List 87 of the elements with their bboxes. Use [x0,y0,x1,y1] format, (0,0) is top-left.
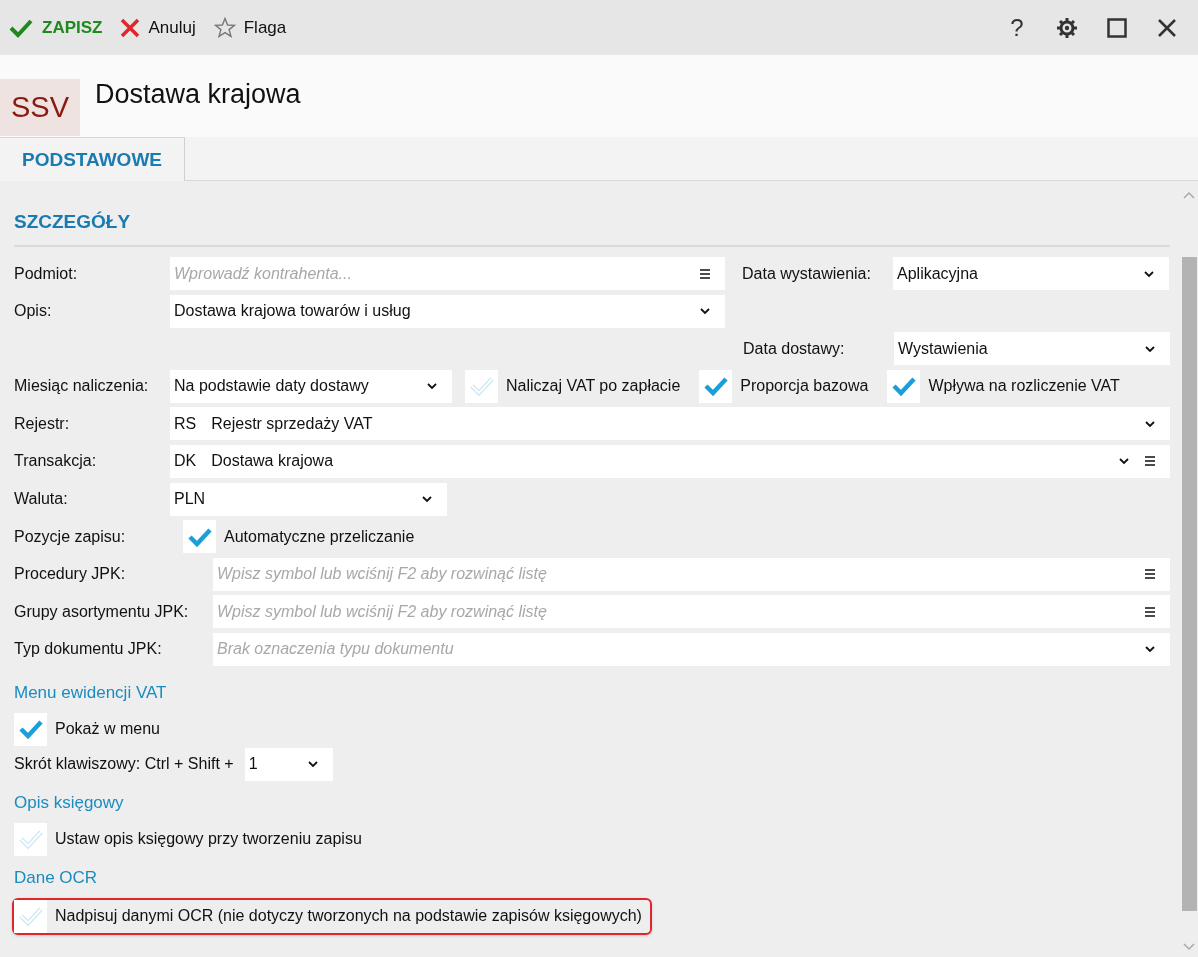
dropdown[interactable]: Aplikacyjna [893,257,1169,290]
square-icon [1107,17,1127,38]
field-value: Aplikacyjna [897,264,978,283]
checkmark-icon [891,376,916,397]
group-heading: Dane OCR [14,867,99,889]
menu-icon [699,267,711,280]
gear-icon [1056,16,1078,39]
field-label: Podmiot: [14,264,79,283]
menu-icon [1144,605,1156,618]
dropdown[interactable]: Dostawa krajowa towarów i usług [170,294,725,328]
field-label: Grupy asortymentu JPK: [14,602,190,621]
dropdown[interactable]: DK Dostawa krajowa [170,444,1170,478]
caret-icon [306,759,319,770]
check-icon [9,17,33,38]
checkbox[interactable] [887,369,921,403]
caret-icon [421,494,433,505]
checkbox[interactable] [465,369,498,403]
outline-checkmark-icon [18,906,43,927]
dropdown[interactable]: RS Rejestr sprzedaży VAT [170,407,1170,441]
checkbox[interactable] [14,712,47,746]
field-label: Data dostawy: [743,339,846,358]
placeholder-text: Brak oznaczenia typu dokumentu [217,640,454,659]
shortcut-label: Skrót klawiszowy: Ctrl + Shift + [14,755,234,774]
scrollbar-thumb[interactable] [1181,257,1197,911]
checkbox-label: Nadpisuj danymi OCR (nie dotyczy tworzonych na podstawie zapisów księgowych) [55,907,642,926]
caret-icon [1118,456,1130,467]
placeholder-text: Wpisz symbol lub wciśnij F2 aby rozwinąć listę [217,565,547,584]
checkbox-label: Automatyczne przeliczanie [224,527,415,546]
help-button[interactable]: ? [1002,10,1032,45]
group-heading: Opis księgowy [14,792,125,814]
checkbox-label: Naliczaj VAT po zapłacie [506,377,681,396]
flag-button[interactable]: Flaga [213,10,287,45]
field-value: Wystawienia [898,339,988,358]
checkbox-label: Proporcja bazowa [740,377,869,396]
cancel-button[interactable]: Anuluj [120,10,196,45]
field-value: PLN [174,490,206,509]
checkbox[interactable] [183,520,216,554]
field-value: Dostawa krajowa [211,452,334,471]
field-label: Pozycje zapisu: [14,527,127,546]
field-value: Na podstawie daty dostawy [174,377,369,396]
star-icon [213,17,236,38]
checkbox[interactable] [14,899,47,933]
checkbox-label: Pokaż w menu [55,720,160,739]
checkmark-icon [18,719,43,740]
group-heading: Menu ewidencji VAT [14,682,168,704]
field-label: Opis: [14,302,53,321]
field-label: Typ dokumentu JPK: [14,640,163,659]
checkbox[interactable] [14,822,47,856]
field-value: Dostawa krajowa towarów i usług [174,302,411,321]
menu-icon [1144,568,1156,581]
dropdown[interactable]: Na podstawie daty dostawy [170,369,452,403]
caret-icon [1144,343,1156,354]
checkmark-icon [703,376,728,397]
dropdown[interactable]: PLN [170,482,447,516]
dropdown[interactable]: 1 [244,747,333,781]
dropdown[interactable]: Wystawienia [894,332,1170,366]
code-text: DK [174,452,197,471]
caret-icon [699,306,711,317]
field-label: Data wystawienia: [742,264,872,283]
field-label: Miesiąc naliczenia: [14,377,150,396]
section-title: SZCZEGÓŁY [14,211,132,234]
field-label: Transakcja: [14,452,98,471]
field-label: Procedury JPK: [14,565,127,584]
placeholder-text: Wpisz symbol lub wciśnij F2 aby rozwinąć listę [217,602,547,621]
close-icon [120,17,141,38]
caret-icon [1143,268,1155,279]
tab[interactable]: PODSTAWOWE [0,137,185,181]
caret-icon [1144,418,1156,429]
save-button[interactable]: ZAPISZ [9,10,103,45]
field-value: Rejestr sprzedaży VAT [211,414,373,433]
checkbox-label: Ustaw opis księgowy przy tworzeniu zapisu [55,830,362,849]
checkmark-icon [187,526,212,547]
placeholder-text: Wprowadź kontrahenta... [174,264,352,283]
menu-icon [1144,455,1156,468]
caret-icon [1144,644,1156,655]
checkbox-label: Wpływa na rozliczenie VAT [928,377,1120,396]
close-icon [1157,17,1177,38]
document-type-badge: SSV [0,79,80,136]
code-text: RS [174,414,197,433]
outline-checkmark-icon [469,376,494,397]
document-title: Dostawa krajowa [95,79,301,110]
outline-checkmark-icon [18,829,43,850]
checkbox[interactable] [699,369,733,403]
field-value: 1 [248,755,258,774]
caret-icon [426,381,438,392]
field-label: Rejestr: [14,414,71,433]
field-label: Waluta: [14,490,69,509]
